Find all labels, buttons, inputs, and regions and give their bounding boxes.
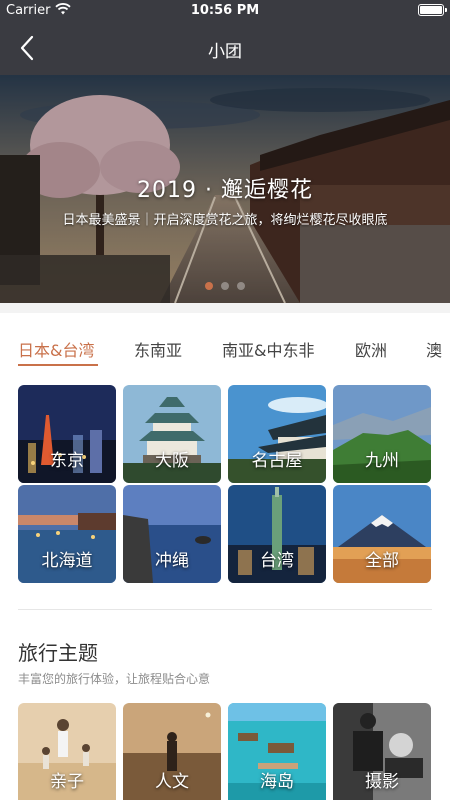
section-divider: [0, 303, 450, 313]
destination-tile-okinawa[interactable]: 冲绳: [123, 485, 221, 583]
theme-label: 人文: [155, 772, 189, 792]
top-navigation-bar: Carrier 10:56 PM 小团: [0, 0, 450, 75]
tab-southeast-asia[interactable]: 东南亚: [134, 337, 182, 361]
destination-label: 全部: [365, 551, 399, 571]
battery-icon: [418, 4, 447, 16]
banner-title: 2019 · 邂逅樱花: [137, 178, 313, 203]
destination-tile-hokkaido[interactable]: 北海道: [18, 485, 116, 583]
theme-label: 亲子: [50, 772, 84, 792]
carousel-dot[interactable]: [221, 282, 229, 290]
status-bar: Carrier 10:56 PM: [0, 0, 450, 22]
carousel-indicator: [0, 275, 450, 294]
destination-tile-kyushu[interactable]: 九州: [333, 385, 431, 483]
travel-theme-subtitle: 丰富您的旅行体验，让旅程贴合心意: [18, 672, 211, 686]
tab-europe[interactable]: 欧洲: [355, 337, 387, 361]
destination-label: 大阪: [155, 451, 189, 471]
section-separator: [18, 609, 432, 610]
destination-label: 名古屋: [251, 451, 303, 471]
travel-theme-heading: 旅行主题: [18, 641, 98, 665]
page-title: 小团: [208, 42, 242, 62]
destination-label: 北海道: [41, 551, 93, 571]
tab-japan-taiwan[interactable]: 日本&台湾: [18, 337, 94, 361]
destination-tile-osaka[interactable]: 大阪: [123, 385, 221, 483]
destination-label: 东京: [50, 451, 84, 471]
destination-tile-taiwan[interactable]: 台湾: [228, 485, 326, 583]
theme-tile-culture[interactable]: 人文: [123, 703, 221, 800]
tab-south-asia-middle-east-africa[interactable]: 南亚&中东非: [222, 337, 314, 361]
destination-tile-nagoya[interactable]: 名古屋: [228, 385, 326, 483]
theme-label: 海岛: [260, 772, 294, 792]
carousel-dot[interactable]: [237, 282, 245, 290]
destination-label: 台湾: [260, 551, 294, 571]
status-time: 10:56 PM: [190, 3, 260, 18]
theme-tile-family[interactable]: 亲子: [18, 703, 116, 800]
active-tab-underline: [18, 364, 98, 366]
carousel-dot-active[interactable]: [205, 282, 213, 290]
destination-label: 九州: [365, 451, 399, 471]
region-tabs: 日本&台湾 东南亚 南亚&中东非 欧洲 澳: [0, 313, 450, 373]
tab-oceania[interactable]: 澳: [426, 337, 442, 361]
destination-tile-tokyo[interactable]: 东京: [18, 385, 116, 483]
banner-carousel[interactable]: 2019 · 邂逅樱花 日本最美盛景｜开启深度赏花之旅，将绚烂樱花尽收眼底: [0, 75, 450, 303]
destination-tile-all[interactable]: 全部: [333, 485, 431, 583]
destination-label: 冲绳: [155, 551, 189, 571]
banner-subtitle: 日本最美盛景｜开启深度赏花之旅，将绚烂樱花尽收眼底: [62, 213, 388, 228]
theme-tile-island[interactable]: 海岛: [228, 703, 326, 800]
theme-label: 摄影: [365, 772, 399, 792]
theme-tile-photography[interactable]: 摄影: [333, 703, 431, 800]
